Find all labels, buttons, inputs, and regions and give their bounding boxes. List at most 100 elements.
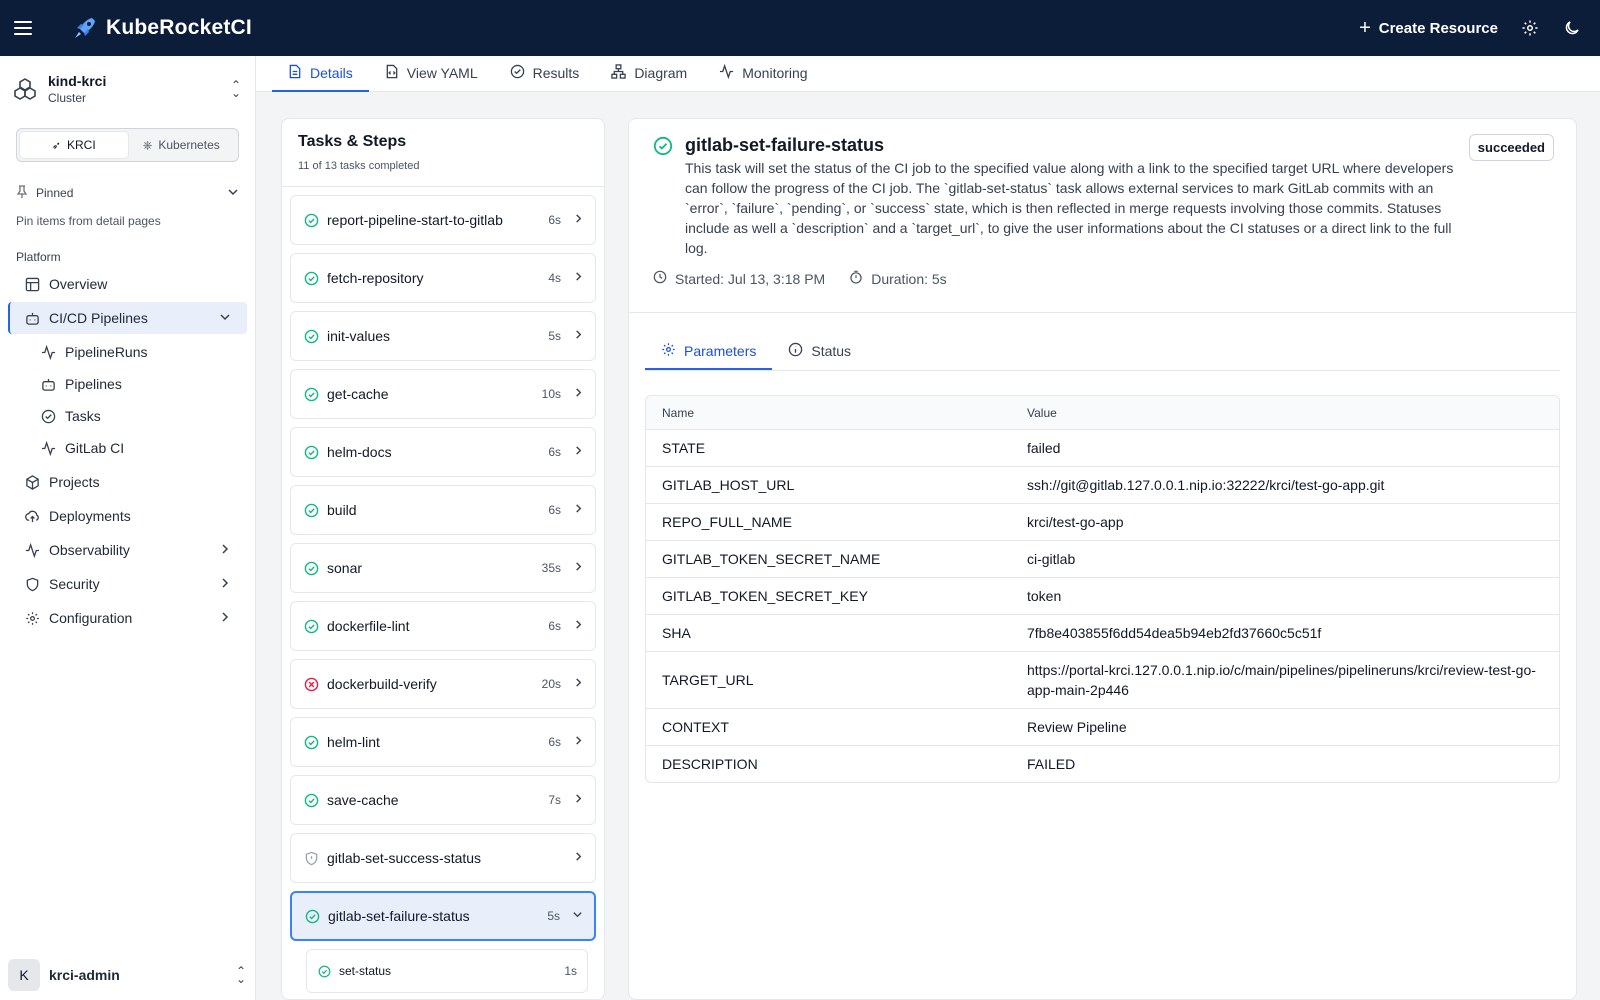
task-duration: 6s <box>548 213 561 227</box>
timer-icon <box>849 270 863 287</box>
sidebar-item-configuration[interactable]: Configuration <box>8 602 247 634</box>
task-item[interactable]: helm-docs 6s <box>290 427 596 477</box>
chevron-right-icon <box>573 735 583 749</box>
success-status-icon <box>303 270 319 286</box>
tab-view-yaml[interactable]: View YAML <box>369 56 494 92</box>
failed-status-icon <box>303 676 319 692</box>
tab-diagram[interactable]: Diagram <box>595 56 703 92</box>
task-item[interactable]: helm-lint 6s <box>290 717 596 767</box>
sidebar: kind-krci Cluster ⌃ ⌄ ➶ KRCI ⎈ Kubernetes… <box>0 56 256 1000</box>
task-item[interactable]: build 6s <box>290 485 596 535</box>
top-bar: KubeRocketCI + Create Resource <box>0 0 1600 56</box>
table-header-row: Name Value <box>646 396 1559 429</box>
step-item[interactable]: set-status 1s <box>306 949 588 993</box>
chevron-down-icon <box>219 311 231 326</box>
avatar: K <box>8 959 40 991</box>
moon-icon[interactable] <box>1562 18 1582 38</box>
task-duration: 5s <box>548 329 561 343</box>
tab-status[interactable]: Status <box>772 333 867 370</box>
task-item[interactable]: save-cache 7s <box>290 775 596 825</box>
task-item[interactable]: report-pipeline-start-to-gitlab 6s <box>290 195 596 245</box>
param-value: token <box>1027 588 1062 604</box>
user-menu[interactable]: K krci-admin ⌃ ⌄ <box>8 958 248 992</box>
mode-kubernetes-button[interactable]: ⎈ Kubernetes <box>128 132 236 158</box>
chevron-up-down-icon: ⌃ ⌄ <box>230 77 242 100</box>
pinned-label: Pinned <box>36 186 74 200</box>
task-duration: 6s <box>548 445 561 459</box>
column-header-name: Name <box>662 405 695 420</box>
table-row: TARGET_URL https://portal-krci.127.0.0.1.… <box>646 651 1559 708</box>
task-item[interactable]: init-values 5s <box>290 311 596 361</box>
user-name: krci-admin <box>49 967 120 983</box>
sidebar-item-security[interactable]: Security <box>8 568 247 600</box>
sidebar-item-cicd-pipelines[interactable]: CI/CD Pipelines <box>8 302 247 334</box>
layout-icon <box>24 276 40 292</box>
pinned-hint: Pin items from detail pages <box>16 214 161 228</box>
tab-label: Monitoring <box>742 65 808 81</box>
tab-results[interactable]: Results <box>494 56 596 92</box>
sidebar-item-tasks[interactable]: Tasks <box>0 400 255 432</box>
task-item[interactable]: fetch-repository 4s <box>290 253 596 303</box>
task-detail-panel: gitlab-set-failure-status succeeded This… <box>628 118 1577 1000</box>
sidebar-item-gitlab-ci[interactable]: GitLab CI <box>0 432 255 464</box>
brand[interactable]: KubeRocketCI <box>72 15 252 41</box>
cluster-name: kind-krci <box>48 73 107 89</box>
chevron-right-icon <box>219 611 231 626</box>
task-duration: 35s <box>541 561 561 575</box>
network-icon <box>611 64 627 82</box>
file-code-icon <box>385 64 399 82</box>
task-item[interactable]: get-cache 10s <box>290 369 596 419</box>
cluster-selector[interactable]: kind-krci Cluster ⌃ ⌄ <box>0 56 255 120</box>
param-name: GITLAB_TOKEN_SECRET_KEY <box>662 588 868 604</box>
create-resource-button[interactable]: + Create Resource <box>1359 18 1498 38</box>
param-name: GITLAB_HOST_URL <box>662 477 795 493</box>
gear-icon[interactable] <box>1520 18 1540 38</box>
success-status-icon <box>304 908 320 924</box>
success-status-icon <box>317 964 331 978</box>
section-label-platform: Platform <box>16 250 61 264</box>
task-name: gitlab-set-success-status <box>327 850 482 866</box>
task-item[interactable]: gitlab-set-success-status <box>290 833 596 883</box>
mode-krci-button[interactable]: ➶ KRCI <box>20 132 128 158</box>
tab-parameters[interactable]: Parameters <box>645 333 773 370</box>
chevron-right-icon <box>573 851 583 865</box>
task-item[interactable]: sonar 35s <box>290 543 596 593</box>
table-row: CONTEXT Review Pipeline <box>646 708 1559 745</box>
mode-kubernetes-label: Kubernetes <box>158 138 220 152</box>
activity-icon <box>40 440 56 456</box>
task-item[interactable]: dockerfile-lint 6s <box>290 601 596 651</box>
status-badge: succeeded <box>1468 134 1554 161</box>
param-value: Review Pipeline <box>1027 719 1127 735</box>
task-name: build <box>327 502 357 518</box>
task-item[interactable]: gitlab-set-failure-status 5s <box>290 891 596 941</box>
sidebar-item-observability[interactable]: Observability <box>8 534 247 566</box>
tab-label: Parameters <box>684 342 757 359</box>
menu-icon[interactable] <box>14 21 38 35</box>
sidebar-item-pipelines[interactable]: Pipelines <box>0 368 255 400</box>
task-item[interactable]: dockerbuild-verify 20s <box>290 659 596 709</box>
tab-monitoring[interactable]: Monitoring <box>703 56 823 92</box>
sidebar-item-label: PipelineRuns <box>65 344 148 360</box>
tab-details[interactable]: Details <box>272 56 369 92</box>
task-duration: 5s <box>547 909 560 923</box>
sidebar-item-deployments[interactable]: Deployments <box>8 500 247 532</box>
plus-icon: + <box>1359 17 1371 39</box>
pinned-toggle[interactable]: Pinned <box>0 178 255 208</box>
create-resource-label: Create Resource <box>1378 19 1498 37</box>
task-name: init-values <box>327 328 391 344</box>
sidebar-item-label: GitLab CI <box>65 440 125 456</box>
clock-icon <box>653 270 667 287</box>
skipped-status-icon <box>303 850 319 866</box>
brand-name: KubeRocketCI <box>106 16 252 39</box>
task-name: dockerbuild-verify <box>327 676 437 692</box>
sidebar-item-overview[interactable]: Overview <box>8 268 247 300</box>
rocket-logo-icon <box>75 18 95 38</box>
bot-icon <box>40 376 56 392</box>
param-name: SHA <box>662 625 691 641</box>
sidebar-item-projects[interactable]: Projects <box>8 466 247 498</box>
success-status-icon <box>303 734 319 750</box>
sidebar-item-pipelineruns[interactable]: PipelineRuns <box>0 336 255 368</box>
box-icon <box>24 474 40 490</box>
task-name: report-pipeline-start-to-gitlab <box>327 212 503 228</box>
success-status-icon <box>303 792 319 808</box>
